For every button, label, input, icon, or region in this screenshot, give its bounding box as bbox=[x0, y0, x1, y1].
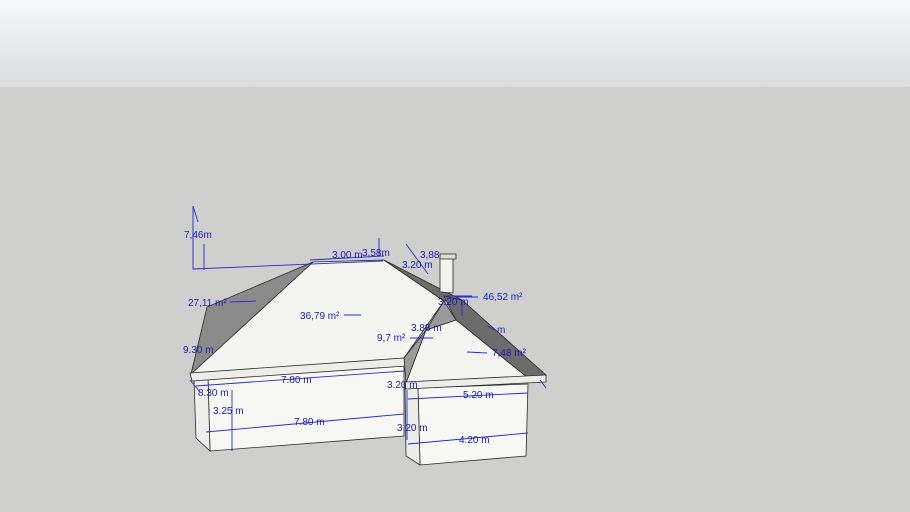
label-chimney-width: 3.20 m bbox=[402, 260, 433, 271]
label-eave-wing-depth: 3.20 m bbox=[387, 380, 418, 391]
label-roof-top-length: 3.00 m bbox=[332, 250, 363, 261]
sky bbox=[0, 0, 910, 87]
label-wing-bottom: 4.20 m bbox=[459, 435, 490, 446]
label-left-side-depth: 9.30 m bbox=[183, 345, 214, 356]
label-eave-main: 7.80 m bbox=[281, 375, 312, 386]
label-area-right-roof: 46,52 m² bbox=[483, 292, 523, 303]
label-base-left-depth: 8.30 m bbox=[198, 388, 229, 399]
label-roof-top-short: 3,58m bbox=[362, 248, 390, 259]
label-area-left-hip: 27,11 m² bbox=[188, 298, 227, 309]
label-valley-length: 3.88 m bbox=[411, 323, 442, 334]
sketchup-viewport[interactable]: 7,46m 3.00 m 3,58m 3,88 3.20 m 27,11 m² … bbox=[0, 0, 910, 512]
label-height-total: 7,46m bbox=[184, 230, 212, 241]
label-wall-height: 3.25 m bbox=[213, 406, 244, 417]
label-wing-front: 5.20 m bbox=[463, 390, 494, 401]
label-area-small-roof: 9,7 m² bbox=[377, 333, 406, 344]
label-wing-height: 3.20 m bbox=[397, 423, 428, 434]
chimney-top bbox=[439, 253, 457, 260]
label-area-main-roof: 36,79 m² bbox=[300, 311, 340, 322]
house-model-scene[interactable]: 7,46m 3.00 m 3,58m 3,88 3.20 m 27,11 m² … bbox=[0, 0, 910, 512]
label-area-wing-hip: 7,48 m² bbox=[492, 348, 527, 359]
label-wall-main-bottom: 7.80 m bbox=[294, 417, 325, 428]
label-right-m: m bbox=[497, 325, 505, 336]
label-ridge-wing: 3.20 m bbox=[438, 297, 469, 308]
chimney-front bbox=[439, 257, 454, 294]
